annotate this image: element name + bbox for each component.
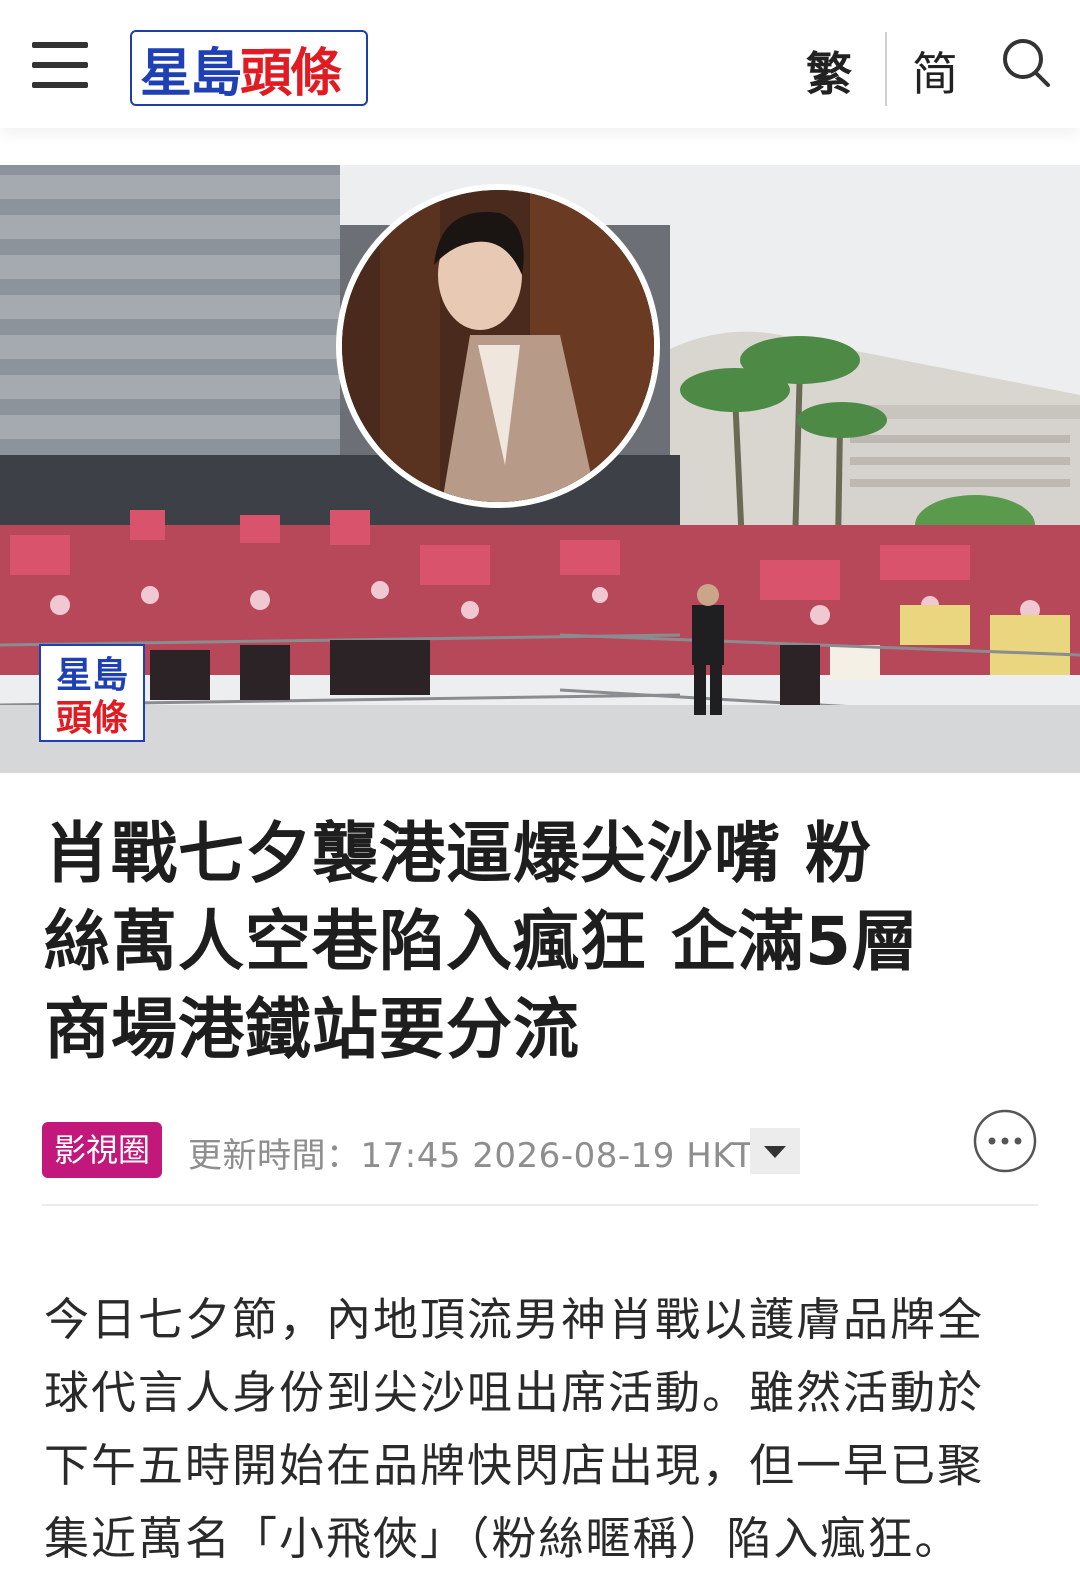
menu-bar bbox=[32, 62, 88, 68]
title-line: 商場港鐵站要分流 bbox=[44, 991, 580, 1068]
meta-divider bbox=[42, 1204, 1038, 1206]
hero-image: 星島 頭條 bbox=[0, 165, 1080, 773]
site-logo[interactable]: 星島 頭條 bbox=[130, 30, 368, 106]
article-meta: 影視圈 更新時間：17:45 2026-08-19 HKT bbox=[42, 1109, 1042, 1182]
body-line: 集近萬名「小飛俠」（粉絲暱稱）陷入瘋狂。 bbox=[44, 1512, 962, 1565]
menu-bar bbox=[32, 82, 88, 88]
update-label: 更新時間： bbox=[188, 1136, 361, 1176]
menu-bar bbox=[32, 42, 88, 48]
traditional-chinese-toggle[interactable]: 繁 bbox=[806, 38, 852, 104]
article-title: 肖戰七夕襲港逼爆尖沙嘴 粉 絲萬人空巷陷入瘋狂 企滿5層 商場港鐵站要分流 bbox=[44, 810, 1044, 1074]
watermark-text-blue: 星島 bbox=[56, 655, 128, 696]
body-line: 今日七夕節，內地頂流男神肖戰以護膚品牌全 bbox=[44, 1293, 985, 1346]
simplified-chinese-toggle[interactable]: 简 bbox=[912, 38, 958, 104]
hero-photo-illustration: 星島 頭條 bbox=[0, 165, 1080, 773]
watermark-text-red: 頭條 bbox=[56, 698, 128, 739]
category-badge[interactable]: 影視圈 bbox=[42, 1122, 163, 1178]
menu-icon[interactable] bbox=[32, 42, 88, 88]
article-body: 今日七夕節，內地頂流男神肖戰以護膚品牌全 球代言人身份到尖沙咀出席活動。雖然活動… bbox=[44, 1283, 1044, 1569]
logo-text-red: 頭條 bbox=[240, 43, 342, 104]
update-timestamp: 更新時間：17:45 2026-08-19 HKT bbox=[188, 1128, 754, 1177]
search-icon[interactable] bbox=[1000, 36, 1052, 88]
more-icon[interactable] bbox=[972, 1108, 1038, 1174]
body-line: 球代言人身份到尖沙咀出席活動。雖然活動於 bbox=[44, 1366, 985, 1419]
title-line: 絲萬人空巷陷入瘋狂 企滿5層 bbox=[44, 903, 919, 980]
update-time: 17:45 2026-08-19 HKT bbox=[360, 1136, 754, 1176]
chevron-down-icon bbox=[764, 1146, 786, 1158]
language-divider bbox=[885, 32, 887, 106]
top-header: 星島 頭條 繁 简 bbox=[0, 0, 1080, 128]
timestamp-dropdown[interactable] bbox=[750, 1128, 800, 1174]
title-line: 肖戰七夕襲港逼爆尖沙嘴 粉 bbox=[44, 815, 872, 892]
logo-text-blue: 星島 bbox=[140, 43, 242, 104]
body-line: 下午五時開始在品牌快閃店出現，但一早已聚 bbox=[44, 1439, 985, 1492]
